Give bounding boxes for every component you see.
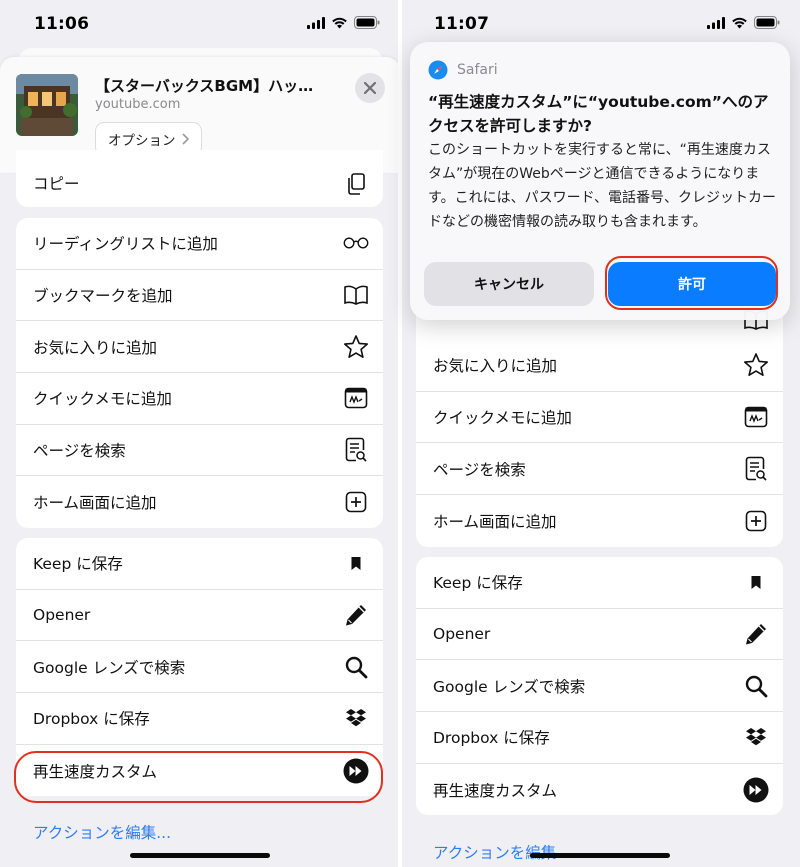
row-label: Keep に保存 xyxy=(433,574,523,593)
home-indicator xyxy=(530,853,670,858)
dialog-title: “再生速度カスタム”に“youtube.com”へのアクセスを許可しますか? xyxy=(428,93,769,135)
row-label: Dropbox に保存 xyxy=(433,729,550,748)
dropbox-icon xyxy=(743,724,769,750)
home-indicator xyxy=(130,853,270,858)
quick-note-icon xyxy=(343,385,369,411)
action-row[interactable]: ホーム画面に追加 xyxy=(416,495,783,547)
status-time: 11:06 xyxy=(34,14,90,34)
row-label: Google レンズで検索 xyxy=(433,677,586,696)
row-label: Google レンズで検索 xyxy=(33,658,186,677)
edit-actions-link[interactable]: アクションを編集... xyxy=(433,841,571,863)
action-row[interactable]: ホーム画面に追加 xyxy=(16,476,383,528)
pencil-icon xyxy=(743,621,769,647)
highlight-allow-button xyxy=(605,256,778,310)
book-icon xyxy=(343,282,369,308)
action-row[interactable]: Dropbox に保存 xyxy=(16,693,383,745)
row-label: Keep に保存 xyxy=(33,555,123,574)
quick-note-icon xyxy=(743,404,769,430)
cellular-signal-icon xyxy=(307,16,325,29)
close-button[interactable] xyxy=(355,73,385,103)
action-row[interactable]: Opener xyxy=(16,590,383,642)
action-row[interactable]: Opener xyxy=(416,609,783,661)
row-label: Opener xyxy=(433,625,491,644)
actions-group-2: Keep に保存 Opener Google レンズで検索 Dropbox に保存 再生… xyxy=(416,557,783,816)
video-thumbnail xyxy=(16,74,78,136)
row-label: Opener xyxy=(33,606,91,625)
bookmark-filled-icon xyxy=(343,550,369,576)
dialog-app: Safari xyxy=(428,60,498,80)
action-row[interactable]: Keep に保存 xyxy=(416,557,783,609)
page-domain: youtube.com xyxy=(95,97,181,112)
row-label: ブックマークを追加 xyxy=(33,287,173,306)
action-row[interactable]: お気に入りに追加 xyxy=(16,321,383,374)
row-label: コピー xyxy=(33,175,80,193)
options-label: オプション xyxy=(108,133,176,149)
row-label: クイックメモに追加 xyxy=(433,409,572,428)
star-icon xyxy=(743,352,769,378)
highlight-speed-custom xyxy=(14,751,383,803)
action-row-copy[interactable]: コピー xyxy=(16,150,383,207)
battery-icon xyxy=(354,16,380,29)
status-bar: 11:07 xyxy=(400,0,800,46)
fast-forward-circle-icon xyxy=(743,777,769,803)
search-icon xyxy=(343,654,369,680)
actions-group-1: リーディングリストに追加 ブックマークを追加 お気に入りに追加 クイックメモに追加 ペー… xyxy=(16,218,383,529)
chevron-right-icon xyxy=(181,133,189,145)
wifi-icon xyxy=(332,17,347,28)
action-row[interactable]: ブックマークを追加 xyxy=(16,270,383,322)
wifi-icon xyxy=(732,17,747,28)
row-label: ホーム画面に追加 xyxy=(33,494,157,513)
action-row[interactable]: Dropbox に保存 xyxy=(416,712,783,764)
action-row[interactable]: ページを検索 xyxy=(416,443,783,496)
status-time: 11:07 xyxy=(434,14,490,34)
row-label: リーディングリストに追加 xyxy=(33,235,218,254)
cancel-button[interactable]: キャンセル xyxy=(424,262,594,306)
action-row[interactable]: ページを検索 xyxy=(16,425,383,477)
share-sheet-before: 11:06 【スターバックスBGM】ハッピ… youtube.com オプション… xyxy=(0,0,400,867)
find-on-page-icon xyxy=(343,437,369,463)
status-icons xyxy=(307,16,380,29)
add-square-icon xyxy=(743,508,769,534)
row-label: ホーム画面に追加 xyxy=(433,512,557,531)
page-title: 【スターバックスBGM】ハッピ… xyxy=(95,77,327,95)
star-icon xyxy=(343,334,369,360)
action-row[interactable]: 再生速度カスタム xyxy=(416,764,783,816)
action-row[interactable]: リーディングリストに追加 xyxy=(16,218,383,270)
dialog-app-name: Safari xyxy=(457,62,498,78)
action-row[interactable]: Google レンズで検索 xyxy=(416,660,783,713)
dropbox-icon xyxy=(343,705,369,731)
row-label: ページを検索 xyxy=(433,460,526,479)
row-label: クイックメモに追加 xyxy=(33,390,172,409)
action-row[interactable]: Keep に保存 xyxy=(16,538,383,590)
search-icon xyxy=(743,673,769,699)
panel-divider xyxy=(398,0,402,867)
close-icon xyxy=(364,82,376,94)
glasses-icon xyxy=(343,230,369,256)
safari-icon xyxy=(428,60,448,80)
copy-icon xyxy=(343,171,369,197)
action-row[interactable]: クイックメモに追加 xyxy=(16,373,383,425)
status-bar: 11:06 xyxy=(0,0,400,46)
dialog-body: このショートカットを実行すると常に、“再生速度カスタム”が現在のWebページと通… xyxy=(428,142,777,230)
find-on-page-icon xyxy=(743,456,769,482)
cellular-signal-icon xyxy=(707,16,725,29)
action-row[interactable]: Google レンズで検索 xyxy=(16,641,383,694)
row-label: 再生速度カスタム xyxy=(433,781,558,800)
pencil-icon xyxy=(343,602,369,628)
row-label: お気に入りに追加 xyxy=(433,357,558,376)
action-row[interactable]: お気に入りに追加 xyxy=(416,340,783,392)
add-square-icon xyxy=(343,489,369,515)
actions-group-1: お気に入りに追加 クイックメモに追加 ページを検索ホーム画面に追加 xyxy=(416,340,783,547)
copy-group: コピー xyxy=(16,150,383,207)
row-label: Dropbox に保存 xyxy=(33,710,150,729)
status-icons xyxy=(707,16,780,29)
action-row[interactable]: クイックメモに追加 xyxy=(416,392,783,444)
edit-actions-link[interactable]: アクションを編集... xyxy=(33,821,171,843)
battery-icon xyxy=(754,16,780,29)
bookmark-filled-icon xyxy=(743,569,769,595)
row-label: ページを検索 xyxy=(33,442,126,461)
row-label: お気に入りに追加 xyxy=(33,338,158,357)
